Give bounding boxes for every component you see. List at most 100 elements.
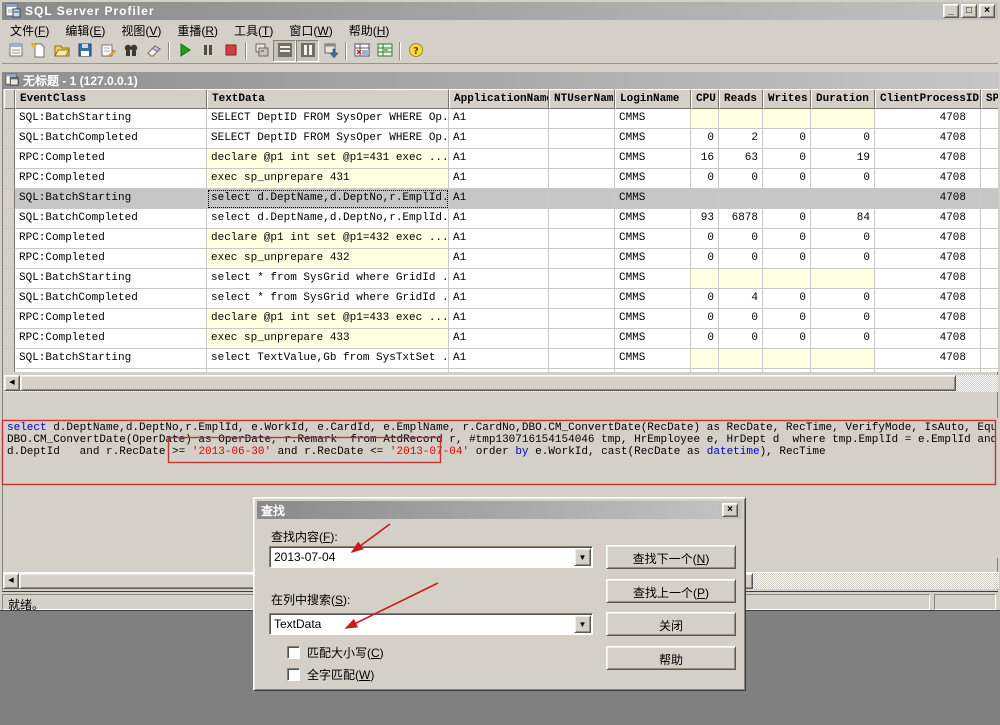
cell-app: A1 xyxy=(449,109,549,129)
match-case-checkbox[interactable] xyxy=(287,646,300,659)
column-header-nt[interactable]: NTUserName xyxy=(549,89,615,109)
move-window-button[interactable] xyxy=(319,40,342,62)
cell-event: RPC:Completed xyxy=(15,169,207,189)
column-header-cpu[interactable]: CPU xyxy=(691,89,719,109)
cell-dur: 0 xyxy=(811,169,875,189)
table-row[interactable]: SQL:BatchStartingselect TextValue,Gb fro… xyxy=(4,349,998,369)
table-row[interactable]: RPC:Completedexec sp_unprepare 431A1CMMS… xyxy=(4,169,998,189)
help-button[interactable]: 帮助 xyxy=(606,646,736,670)
cell-app: A1 xyxy=(449,329,549,349)
cell-reads: 63 xyxy=(719,149,763,169)
column-pane-button[interactable] xyxy=(296,40,319,62)
cell-event: RPC:Completed xyxy=(15,149,207,169)
cell-login: CMMS xyxy=(615,369,691,372)
help-button[interactable]: ? xyxy=(404,40,427,62)
column-header-text[interactable]: TextData xyxy=(207,89,449,109)
detail-pane-button[interactable] xyxy=(273,40,296,62)
maximize-button[interactable]: □ xyxy=(961,4,977,18)
column-header-cpid[interactable]: ClientProcessID xyxy=(875,89,981,109)
clear-trace-button[interactable] xyxy=(142,40,165,62)
menu-item[interactable]: 帮助(H) xyxy=(341,20,398,41)
whole-word-option[interactable]: 全字匹配(W) xyxy=(287,666,374,683)
column-header-reads[interactable]: Reads xyxy=(719,89,763,109)
table-row[interactable]: SQL:BatchCompletedselect TextValue,Gb fr… xyxy=(4,369,998,372)
cell-spid xyxy=(981,269,998,289)
cell-reads xyxy=(719,269,763,289)
cell-nt xyxy=(549,109,615,129)
table-row[interactable]: RPC:Completeddeclare @p1 int set @p1=431… xyxy=(4,149,998,169)
search-column-combobox[interactable]: TextData ▼ xyxy=(269,613,593,635)
table-row[interactable]: RPC:Completedexec sp_unprepare 433A1CMMS… xyxy=(4,329,998,349)
menu-item[interactable]: 重播(R) xyxy=(169,20,226,41)
cell-cpid: 4708 xyxy=(875,289,981,309)
sql-segment: ), RecTime xyxy=(760,446,826,458)
group-windows-button[interactable] xyxy=(250,40,273,62)
aggregate-grid-button[interactable] xyxy=(350,40,373,62)
cell-cpid: 4708 xyxy=(875,109,981,129)
dialog-close-button[interactable]: × xyxy=(722,503,738,517)
whole-word-checkbox[interactable] xyxy=(287,668,300,681)
open-trace-button[interactable] xyxy=(50,40,73,62)
group-windows-icon xyxy=(254,42,270,61)
close-button[interactable]: × xyxy=(979,4,995,18)
table-row[interactable]: SQL:BatchCompletedselect d.DeptName,d.De… xyxy=(4,209,998,229)
column-header-writes[interactable]: Writes xyxy=(763,89,811,109)
table-row[interactable]: RPC:Completeddeclare @p1 int set @p1=433… xyxy=(4,309,998,329)
search-column-value[interactable]: TextData xyxy=(270,614,573,634)
app-title: SQL Server Profiler xyxy=(25,4,155,18)
find-what-value[interactable]: 2013-07-04 xyxy=(270,547,573,567)
menu-item[interactable]: 工具(T) xyxy=(226,20,281,41)
trace-properties-button[interactable] xyxy=(4,40,27,62)
minimize-button[interactable]: _ xyxy=(943,4,959,18)
cell-login: CMMS xyxy=(615,269,691,289)
table-row[interactable]: SQL:BatchCompletedselect * from SysGrid … xyxy=(4,289,998,309)
close-dialog-button[interactable]: 关闭 xyxy=(606,612,736,636)
column-header-dur[interactable]: Duration xyxy=(811,89,875,109)
cell-text: exec sp_unprepare 431 xyxy=(207,169,449,189)
chevron-down-icon[interactable]: ▼ xyxy=(574,548,591,566)
pause-trace-button[interactable] xyxy=(196,40,219,62)
cell-app: A1 xyxy=(449,169,549,189)
start-trace-button[interactable] xyxy=(173,40,196,62)
scrollbar-thumb[interactable] xyxy=(20,375,956,391)
cell-gutter xyxy=(4,369,15,372)
grouped-grid-button[interactable] xyxy=(373,40,396,62)
menu-item[interactable]: 视图(V) xyxy=(113,20,169,41)
cell-app: A1 xyxy=(449,209,549,229)
template-button[interactable] xyxy=(96,40,119,62)
find-what-combobox[interactable]: 2013-07-04 ▼ xyxy=(269,546,593,568)
chevron-down-icon[interactable]: ▼ xyxy=(574,615,591,633)
table-row[interactable]: RPC:Completeddeclare @p1 int set @p1=432… xyxy=(4,229,998,249)
trace-window-titlebar[interactable]: 无标题 - 1 (127.0.0.1) xyxy=(3,72,999,89)
column-header-login[interactable]: LoginName xyxy=(615,89,691,109)
table-row[interactable]: SQL:BatchStartingselect * from SysGrid w… xyxy=(4,269,998,289)
menu-item[interactable]: 编辑(E) xyxy=(57,20,113,41)
column-header-spid[interactable]: SPI xyxy=(981,89,998,109)
sql-segment: e.WorkId, cast(RecDate as xyxy=(529,446,707,458)
match-case-option[interactable]: 匹配大小写(C) xyxy=(287,644,384,661)
cell-text: SELECT DeptID FROM SysOper WHERE Op... xyxy=(207,109,449,129)
table-row[interactable]: SQL:BatchStartingSELECT DeptID FROM SysO… xyxy=(4,109,998,129)
table-row[interactable]: SQL:BatchCompletedSELECT DeptID FROM Sys… xyxy=(4,129,998,149)
find-previous-button[interactable]: 查找上一个(P) xyxy=(606,579,736,603)
grid-horizontal-scrollbar[interactable]: ◀ xyxy=(4,375,998,392)
cell-cpu xyxy=(691,269,719,289)
cell-cpu xyxy=(691,189,719,209)
table-row[interactable]: SQL:BatchStartingselect d.DeptName,d.Dep… xyxy=(4,189,998,209)
stop-trace-button[interactable] xyxy=(219,40,242,62)
scroll-left-button[interactable]: ◀ xyxy=(4,375,20,391)
find-button[interactable] xyxy=(119,40,142,62)
column-header-event[interactable]: EventClass xyxy=(15,89,207,109)
find-dialog-titlebar[interactable]: 查找 × xyxy=(257,501,742,519)
new-trace-button[interactable] xyxy=(27,40,50,62)
column-header-app[interactable]: ApplicationName xyxy=(449,89,549,109)
save-trace-button[interactable] xyxy=(73,40,96,62)
cell-text: declare @p1 int set @p1=433 exec ... xyxy=(207,309,449,329)
find-next-button[interactable]: 查找下一个(N) xyxy=(606,545,736,569)
table-row[interactable]: RPC:Completedexec sp_unprepare 432A1CMMS… xyxy=(4,249,998,269)
grid-header-gutter[interactable] xyxy=(4,89,15,109)
scroll-left-button[interactable]: ◀ xyxy=(3,573,19,589)
cell-login: CMMS xyxy=(615,209,691,229)
menu-item[interactable]: 文件(F) xyxy=(2,20,57,41)
menu-item[interactable]: 窗口(W) xyxy=(281,20,340,41)
